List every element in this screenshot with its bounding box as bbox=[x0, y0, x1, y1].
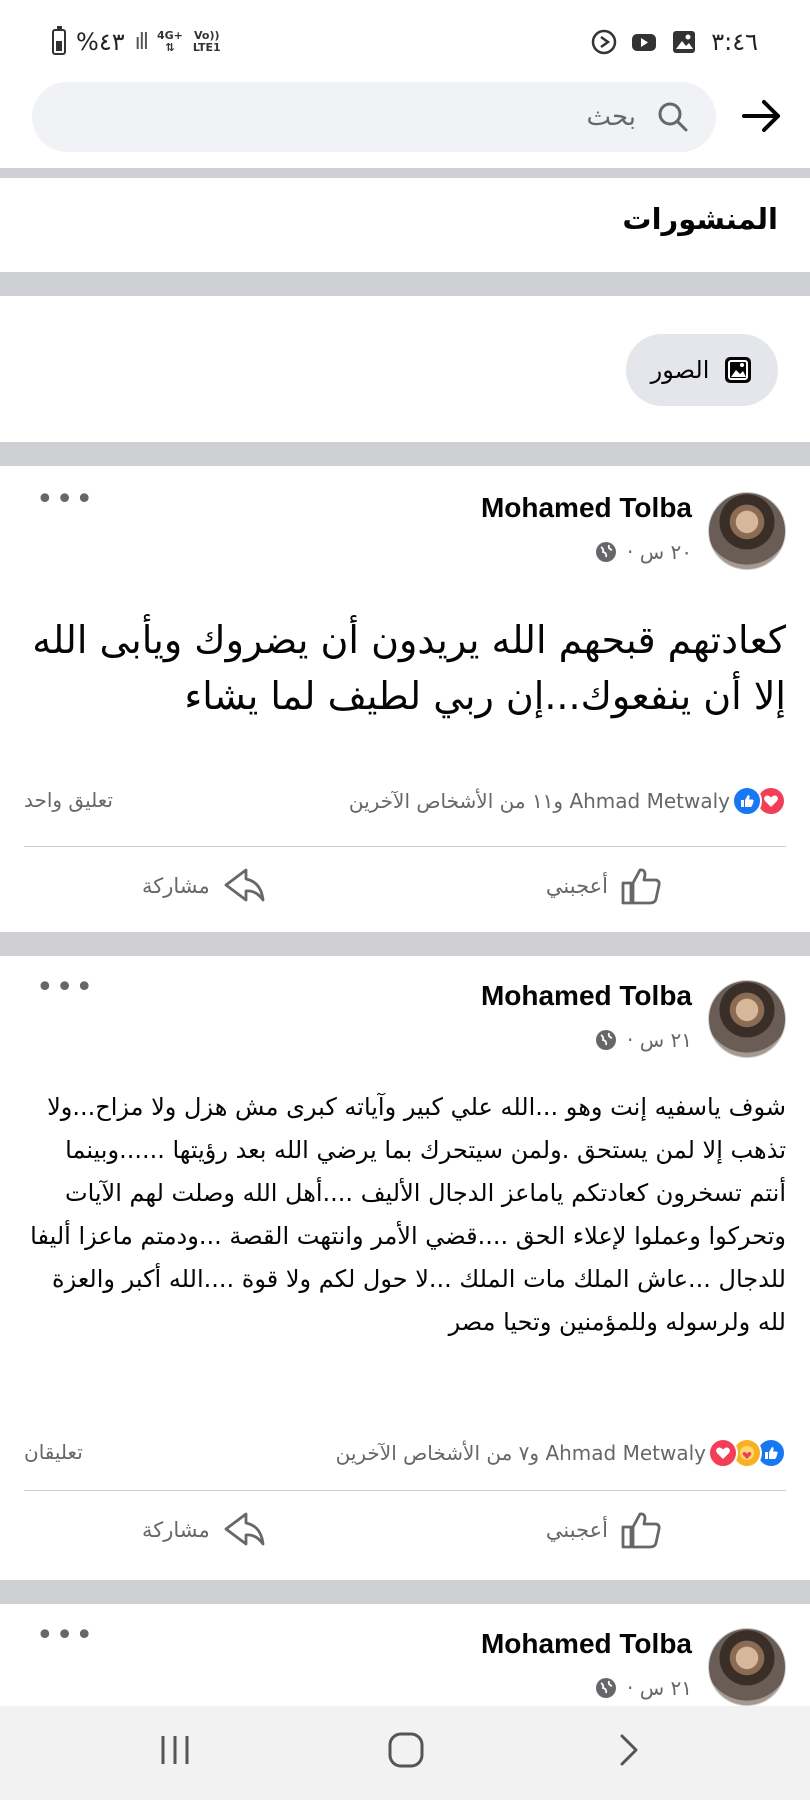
love-reaction-icon bbox=[708, 1438, 738, 1468]
reactions-summary[interactable]: Ahmad Metwaly و١١ من الأشخاص الآخرين bbox=[349, 786, 786, 816]
like-reaction-icon bbox=[732, 786, 762, 816]
network-label: 4G+ bbox=[156, 29, 183, 42]
battery-icon bbox=[52, 26, 66, 55]
comments-count[interactable]: تعليق واحد bbox=[24, 788, 113, 812]
gallery-icon bbox=[673, 31, 696, 53]
recent-apps-icon[interactable] bbox=[158, 1728, 192, 1772]
post-actions: أعجبني مشاركة bbox=[0, 866, 810, 926]
search-input[interactable]: بحث bbox=[32, 82, 716, 152]
play-circle-icon bbox=[591, 29, 617, 55]
globe-icon bbox=[596, 542, 617, 562]
clock: ٣:٤٦ bbox=[711, 28, 758, 56]
post-meta: ٢١ س · bbox=[595, 1028, 692, 1052]
share-button[interactable]: مشاركة bbox=[142, 866, 266, 906]
reactions-row: Ahmad Metwaly و٧ من الأشخاص الآخرين تعلي… bbox=[24, 1434, 786, 1474]
lte-label: LTE1 bbox=[192, 41, 221, 54]
photos-filter-chip[interactable]: الصور bbox=[626, 334, 778, 406]
separator bbox=[0, 168, 810, 178]
volte-indicator: Vo)) LTE1 bbox=[193, 30, 221, 54]
globe-icon bbox=[596, 1678, 617, 1698]
reaction-icons bbox=[732, 786, 786, 816]
status-right: ٣:٤٦ bbox=[591, 28, 758, 56]
separator bbox=[0, 932, 810, 956]
like-label: أعجبني bbox=[545, 874, 608, 898]
separator bbox=[0, 1580, 810, 1604]
post-time: ٢٠ س · bbox=[627, 540, 692, 564]
post-text: شوف ياسفيه إنت وهو ...الله علي كبير وآيا… bbox=[30, 1093, 786, 1336]
like-button[interactable]: أعجبني bbox=[546, 866, 662, 906]
post-more-icon[interactable]: ••• bbox=[36, 485, 95, 515]
youtube-icon bbox=[632, 34, 657, 51]
post-actions: أعجبني مشاركة bbox=[0, 1510, 810, 1570]
reactions-text: Ahmad Metwaly و٧ من الأشخاص الآخرين bbox=[335, 1441, 706, 1465]
status-left: %٤٣ ıll 4G+ ⇅ Vo)) LTE1 bbox=[52, 26, 221, 56]
reactions-row: Ahmad Metwaly و١١ من الأشخاص الآخرين تعل… bbox=[24, 782, 786, 822]
photos-chip-label: الصور bbox=[650, 356, 710, 384]
post-more-icon[interactable]: ••• bbox=[36, 973, 95, 1003]
post-meta: ٢٠ س · bbox=[595, 540, 692, 564]
search-icon bbox=[658, 102, 688, 132]
back-arrow-icon[interactable] bbox=[740, 94, 784, 138]
avatar[interactable] bbox=[708, 1628, 786, 1706]
divider bbox=[24, 1490, 786, 1491]
post-card: Mohamed Tolba ٢١ س · ••• شوف ياسفيه إنت … bbox=[0, 956, 810, 1580]
post-text: كعادتهم قبحهم الله يريدون أن يضروك ويأبى… bbox=[32, 618, 786, 718]
reactions-summary[interactable]: Ahmad Metwaly و٧ من الأشخاص الآخرين bbox=[336, 1438, 786, 1468]
post-card: Mohamed Tolba ٢١ س · ••• bbox=[0, 1604, 810, 1706]
separator bbox=[0, 442, 810, 466]
divider bbox=[24, 846, 786, 847]
post-time: ٢١ س · bbox=[627, 1676, 692, 1700]
network-type: 4G+ ⇅ bbox=[156, 29, 183, 54]
home-icon[interactable] bbox=[384, 1728, 428, 1772]
battery-percent: %٤٣ bbox=[76, 28, 125, 56]
separator bbox=[0, 272, 810, 296]
section-title: المنشورات bbox=[622, 202, 778, 236]
avatar[interactable] bbox=[708, 492, 786, 570]
share-button[interactable]: مشاركة bbox=[142, 1510, 266, 1550]
search-placeholder: بحث bbox=[586, 102, 636, 132]
like-button[interactable]: أعجبني bbox=[546, 1510, 662, 1550]
like-label: أعجبني bbox=[545, 1518, 608, 1542]
share-arrow-icon bbox=[224, 1512, 265, 1546]
avatar[interactable] bbox=[708, 980, 786, 1058]
signal-icon: ıll bbox=[134, 29, 149, 55]
reactions-text: Ahmad Metwaly و١١ من الأشخاص الآخرين bbox=[348, 789, 730, 813]
post-author[interactable]: Mohamed Tolba bbox=[481, 980, 692, 1012]
back-icon[interactable] bbox=[614, 1728, 642, 1772]
post-meta: ٢١ س · bbox=[595, 1676, 692, 1700]
system-nav-bar bbox=[0, 1706, 810, 1800]
post-more-icon[interactable]: ••• bbox=[36, 1621, 95, 1651]
search-header: بحث bbox=[0, 80, 810, 162]
post-time: ٢١ س · bbox=[627, 1028, 692, 1052]
status-bar: %٤٣ ıll 4G+ ⇅ Vo)) LTE1 ٣:٤٦ bbox=[0, 0, 810, 80]
post-author[interactable]: Mohamed Tolba bbox=[481, 492, 692, 524]
share-label: مشاركة bbox=[142, 1518, 210, 1542]
globe-icon bbox=[596, 1030, 617, 1050]
photos-icon bbox=[725, 357, 752, 383]
share-arrow-icon bbox=[224, 868, 265, 902]
comments-count[interactable]: تعليقان bbox=[24, 1440, 83, 1464]
post-author[interactable]: Mohamed Tolba bbox=[481, 1628, 692, 1660]
share-label: مشاركة bbox=[142, 874, 210, 898]
thumbs-up-icon bbox=[621, 1512, 661, 1549]
thumbs-up-icon bbox=[621, 868, 661, 905]
post-card: Mohamed Tolba ٢٠ س · ••• كعادتهم قبحهم ا… bbox=[0, 466, 810, 932]
reaction-icons bbox=[708, 1438, 786, 1468]
